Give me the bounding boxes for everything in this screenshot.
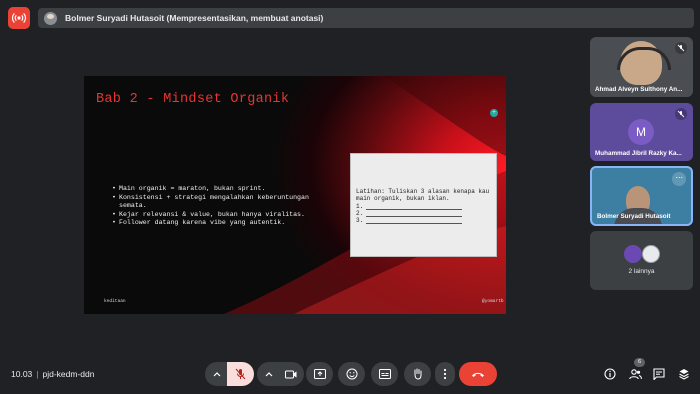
slide-bullet-list: Main organik = maraton, bukan sprint. Ko… <box>112 185 320 228</box>
slide-bullet: Konsistensi + strategi mengalahkan keber… <box>112 194 320 211</box>
audio-options-button[interactable] <box>205 362 229 386</box>
top-bar: Bolmer Suryadi Hutasoit (Mempresentasika… <box>0 0 700 36</box>
activities-button[interactable] <box>677 367 691 381</box>
separator: | <box>36 369 39 379</box>
exercise-line: 1. <box>356 203 496 210</box>
slide-footer-right: @yomartb <box>482 299 504 304</box>
camera-toggle-button[interactable] <box>277 362 304 386</box>
reactions-button[interactable] <box>338 362 365 386</box>
mic-off-icon <box>675 108 687 120</box>
participant-tile[interactable]: Ahmad Alveyn Sulthony An... <box>590 37 693 97</box>
call-end-icon <box>472 372 484 377</box>
participant-avatar <box>624 245 642 263</box>
participant-name: Muhammad Jibril Razky Ka... <box>595 150 682 157</box>
people-button[interactable] <box>628 367 642 381</box>
others-tile[interactable]: 2 lainnya <box>590 231 693 290</box>
participant-avatar: M <box>628 119 654 145</box>
chevron-up-icon <box>265 372 273 377</box>
slide-bullet: Follower datang karena vibe yang autenti… <box>112 219 320 228</box>
activities-icon <box>679 369 689 380</box>
presenter-avatar <box>44 11 57 25</box>
info-icon <box>604 368 616 380</box>
slide-title: Bab 2 - Mindset Organik <box>96 92 290 107</box>
participant-name: Ahmad Alveyn Sulthony An... <box>595 86 683 93</box>
presenter-banner[interactable]: Bolmer Suryadi Hutasoit (Mempresentasika… <box>38 8 694 28</box>
more-vert-icon <box>443 368 447 380</box>
closed-captions-icon <box>378 369 391 379</box>
leave-call-button[interactable] <box>459 362 497 386</box>
participant-tile-active[interactable]: ··· Bolmer Suryadi Hutasoit <box>590 166 693 226</box>
exercise-box: Latihan: Tuliskan 3 alasan kenapa kau ma… <box>350 153 497 257</box>
exercise-prompt: Latihan: Tuliskan 3 alasan kenapa kau ma… <box>356 188 490 203</box>
chat-button[interactable] <box>652 367 666 381</box>
slide-annotation-marker: + <box>490 109 498 117</box>
mic-off-icon <box>235 368 246 380</box>
present-screen-button[interactable] <box>306 362 333 386</box>
raise-hand-icon <box>414 368 422 380</box>
live-broadcast-button[interactable] <box>8 7 30 29</box>
exercise-line: 2. <box>356 210 496 217</box>
slide-bullet: Kejar relevansi & value, bukan hanya vir… <box>112 211 320 220</box>
captions-button[interactable] <box>371 362 398 386</box>
slide-footer-left: keditaan <box>104 299 126 304</box>
shared-slide: Bab 2 - Mindset Organik + Main organik =… <box>84 76 506 314</box>
exercise-number: 1. <box>356 202 364 210</box>
participant-avatar <box>642 245 660 263</box>
emoji-icon <box>346 368 357 380</box>
others-count-label: 2 lainnya <box>628 268 655 275</box>
broadcast-icon <box>12 12 26 24</box>
camera-icon <box>284 370 296 378</box>
exercise-number: 2. <box>356 209 364 217</box>
exercise-line: 3. <box>356 217 496 225</box>
people-count-badge: 6 <box>634 358 645 367</box>
more-options-icon[interactable]: ··· <box>672 172 686 186</box>
present-to-all-icon <box>313 369 326 379</box>
participant-name: Bolmer Suryadi Hutasoit <box>597 213 671 220</box>
exercise-number: 3. <box>356 217 364 225</box>
bottom-bar: 10.03 | pjd-kedm-ddn <box>0 356 700 394</box>
mic-off-icon <box>675 42 687 54</box>
presenter-text: Bolmer Suryadi Hutasoit (Mempresentasika… <box>65 13 324 23</box>
chevron-up-icon <box>213 372 221 377</box>
clock-time: 10.03 <box>11 369 33 379</box>
chat-icon <box>653 368 665 380</box>
more-options-button[interactable] <box>435 362 455 386</box>
mic-toggle-button[interactable] <box>227 362 254 386</box>
people-icon <box>628 368 642 379</box>
meeting-info: 10.03 | pjd-kedm-ddn <box>11 369 94 379</box>
raise-hand-button[interactable] <box>404 362 431 386</box>
slide-bullet: Main organik = maraton, bukan sprint. <box>112 185 320 194</box>
participant-tile[interactable]: M Muhammad Jibril Razky Ka... <box>590 103 693 161</box>
meeting-details-button[interactable] <box>603 367 617 381</box>
meeting-code: pjd-kedm-ddn <box>42 369 95 379</box>
